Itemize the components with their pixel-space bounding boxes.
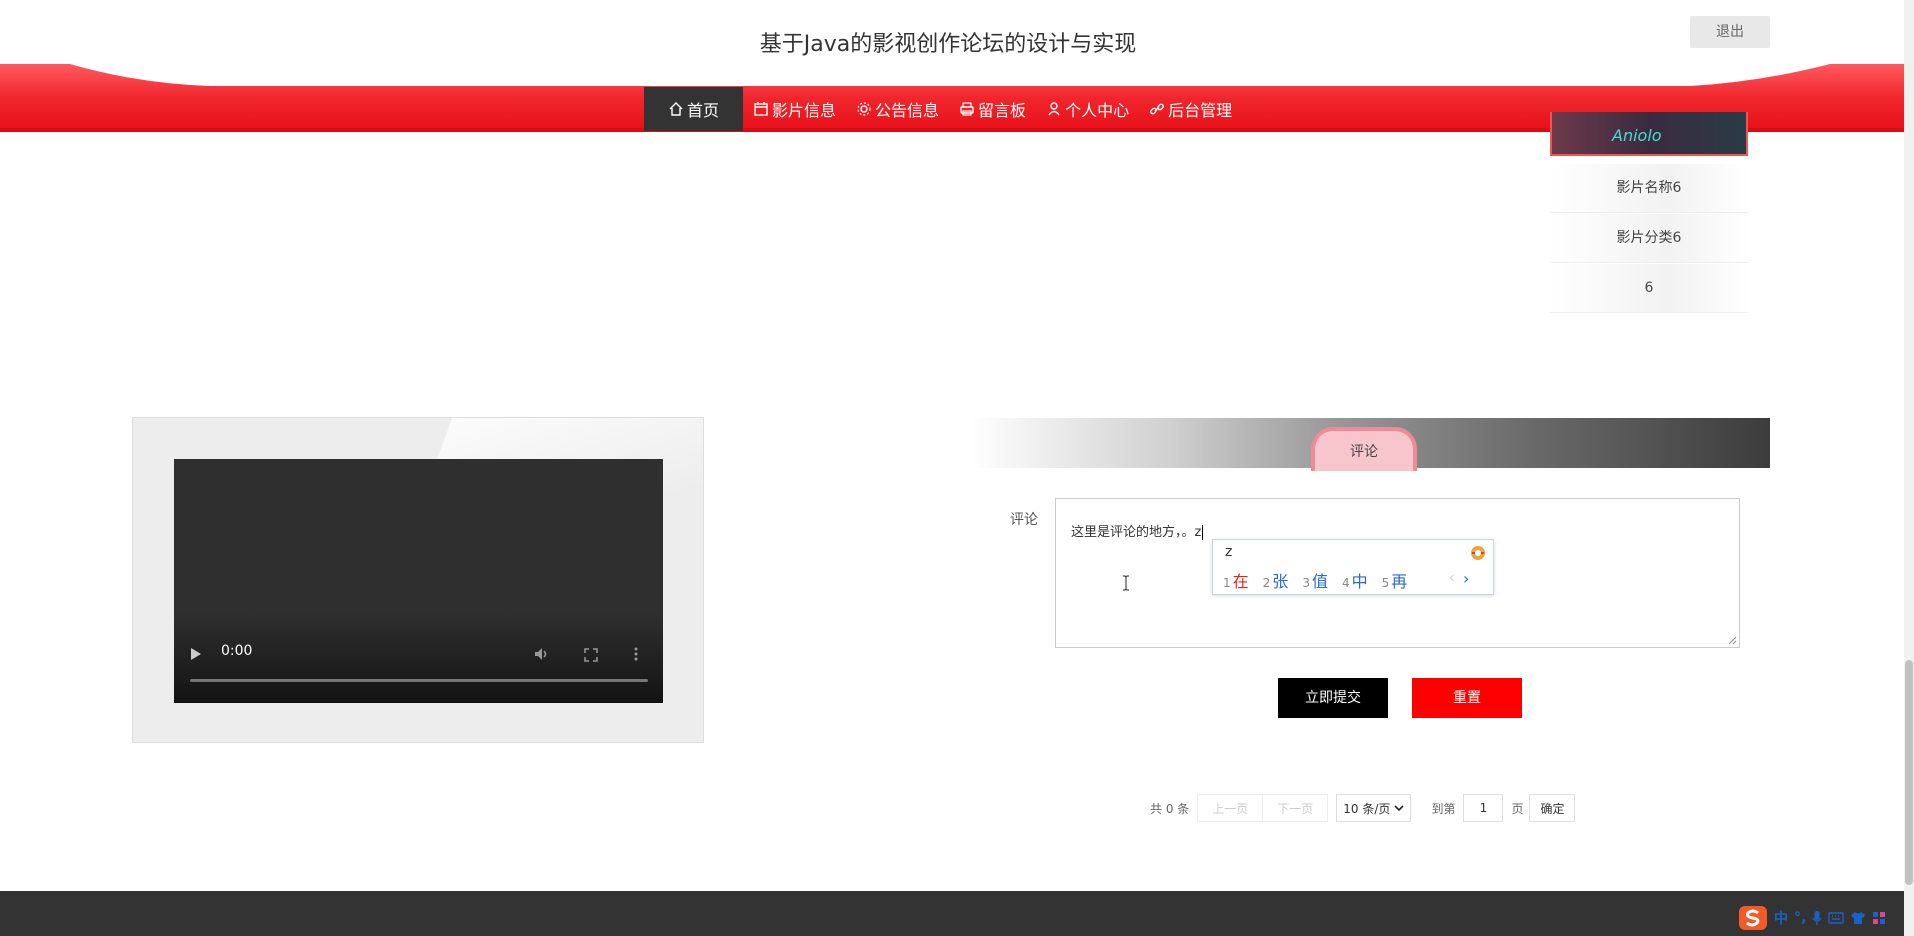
ime-next-page-icon[interactable]: › bbox=[1463, 569, 1469, 588]
thumbnail-logo-text: Aniolo bbox=[1612, 126, 1662, 145]
nav-item-notices[interactable]: 公告信息 bbox=[846, 87, 949, 131]
page-suffix: 页 bbox=[1511, 801, 1524, 816]
candidate-text: 值 bbox=[1311, 572, 1328, 591]
candidate-text: 再 bbox=[1391, 572, 1408, 591]
film-name: 影片名称6 bbox=[1550, 164, 1748, 213]
text-caret bbox=[1202, 525, 1204, 540]
page-size-select[interactable]: 10 条/页 bbox=[1336, 794, 1412, 822]
nav-item-home[interactable]: 首页 bbox=[644, 87, 744, 131]
video-progress-bar[interactable] bbox=[190, 679, 648, 682]
footer bbox=[0, 891, 1904, 936]
site-title: 基于Java的影视创作论坛的设计与实现 bbox=[759, 32, 1137, 57]
ime-prev-page-icon[interactable]: ‹ bbox=[1449, 570, 1455, 586]
microphone-icon[interactable] bbox=[1812, 910, 1822, 926]
ime-candidate-list: 1在 2张 3值 4中 5再 bbox=[1223, 568, 1421, 592]
volume-icon[interactable] bbox=[534, 647, 550, 661]
gear-icon bbox=[857, 102, 871, 116]
ime-punctuation-mode[interactable]: °, bbox=[1794, 910, 1806, 926]
ime-toolbar: 中 °, bbox=[1738, 905, 1892, 931]
main-nav: 首页 影片信息 公告信息 留言板 个人中心 后台管理 bbox=[644, 87, 1242, 131]
more-options-icon[interactable] bbox=[634, 647, 638, 661]
nav-label-films: 影片信息 bbox=[772, 101, 837, 120]
nav-item-profile[interactable]: 个人中心 bbox=[1036, 87, 1139, 131]
chevron-down-icon bbox=[1394, 805, 1405, 812]
printer-icon bbox=[960, 102, 974, 116]
nav-label-board: 留言板 bbox=[978, 101, 1027, 120]
user-icon bbox=[1048, 102, 1060, 116]
film-value: 6 bbox=[1550, 264, 1748, 313]
text-cursor-icon bbox=[1123, 575, 1129, 591]
ime-candidate[interactable]: 2张 bbox=[1263, 568, 1289, 592]
ime-candidate[interactable]: 1在 bbox=[1223, 568, 1249, 592]
video-time: 0:00 bbox=[221, 643, 253, 659]
candidate-number: 3 bbox=[1302, 576, 1310, 590]
pagination-total: 共 0 条 bbox=[1150, 801, 1190, 816]
prev-page-button[interactable]: 上一页 bbox=[1197, 794, 1264, 822]
candidate-number: 4 bbox=[1341, 576, 1350, 590]
pagination: 共 0 条 上一页 下一页 10 条/页 到第 1 页 确定 bbox=[1150, 794, 1576, 822]
comment-section-title: 评论 bbox=[1311, 427, 1417, 471]
candidate-number: 1 bbox=[1223, 576, 1231, 590]
nav-label-profile: 个人中心 bbox=[1065, 101, 1130, 120]
goto-label: 到第 bbox=[1431, 801, 1456, 816]
scrollbar-thumb[interactable] bbox=[1905, 660, 1913, 885]
skin-shirt-icon[interactable] bbox=[1850, 911, 1866, 925]
logout-button[interactable]: 退出 bbox=[1690, 16, 1770, 48]
home-icon bbox=[669, 102, 683, 116]
film-thumbnail[interactable]: Aniolo bbox=[1550, 112, 1748, 156]
nav-item-board[interactable]: 留言板 bbox=[949, 87, 1036, 131]
submit-button[interactable]: 立即提交 bbox=[1278, 678, 1388, 718]
keyboard-icon[interactable] bbox=[1828, 912, 1845, 924]
comment-label: 评论 bbox=[1010, 512, 1038, 528]
comment-text: 这里是评论的地方，。z bbox=[1071, 521, 1204, 540]
next-page-button[interactable]: 下一页 bbox=[1263, 794, 1329, 822]
ime-candidate[interactable]: 5再 bbox=[1382, 568, 1408, 592]
page-size-value: 10 条/页 bbox=[1343, 801, 1391, 816]
ime-language-mode[interactable]: 中 bbox=[1774, 908, 1788, 928]
ime-candidate[interactable]: 4中 bbox=[1342, 568, 1368, 592]
nav-label-notices: 公告信息 bbox=[875, 101, 940, 120]
ime-candidate-popup: z 1在 2张 3值 4中 5再 ‹ › bbox=[1212, 539, 1494, 595]
sogou-logo-icon[interactable] bbox=[1738, 905, 1768, 931]
toolbox-grid-icon[interactable] bbox=[1872, 911, 1886, 925]
page-number-input[interactable]: 1 bbox=[1463, 794, 1504, 822]
candidate-text: 在 bbox=[1232, 572, 1249, 591]
link-icon bbox=[1150, 103, 1164, 115]
film-category: 影片分类6 bbox=[1550, 214, 1748, 263]
nav-label-home: 首页 bbox=[687, 101, 720, 120]
candidate-text: 张 bbox=[1272, 572, 1289, 591]
nav-item-films[interactable]: 影片信息 bbox=[743, 87, 846, 131]
calendar-icon bbox=[754, 102, 768, 116]
video-player[interactable]: 0:00 bbox=[174, 459, 663, 703]
comment-value: 这里是评论的地方，。z bbox=[1071, 525, 1202, 540]
candidate-number: 2 bbox=[1262, 576, 1271, 590]
ime-skin-icon[interactable] bbox=[1469, 545, 1487, 561]
resize-grip-icon[interactable] bbox=[1728, 636, 1737, 645]
reset-button[interactable]: 重置 bbox=[1412, 678, 1522, 718]
confirm-page-button[interactable]: 确定 bbox=[1529, 794, 1576, 822]
nav-label-admin: 后台管理 bbox=[1168, 101, 1233, 120]
nav-item-admin[interactable]: 后台管理 bbox=[1139, 87, 1242, 131]
ime-input-text: z bbox=[1225, 544, 1233, 560]
play-icon[interactable] bbox=[190, 647, 202, 661]
fullscreen-icon[interactable] bbox=[584, 648, 598, 662]
candidate-number: 5 bbox=[1381, 576, 1390, 590]
ime-candidate[interactable]: 3值 bbox=[1302, 568, 1328, 592]
candidate-text: 中 bbox=[1351, 572, 1368, 591]
